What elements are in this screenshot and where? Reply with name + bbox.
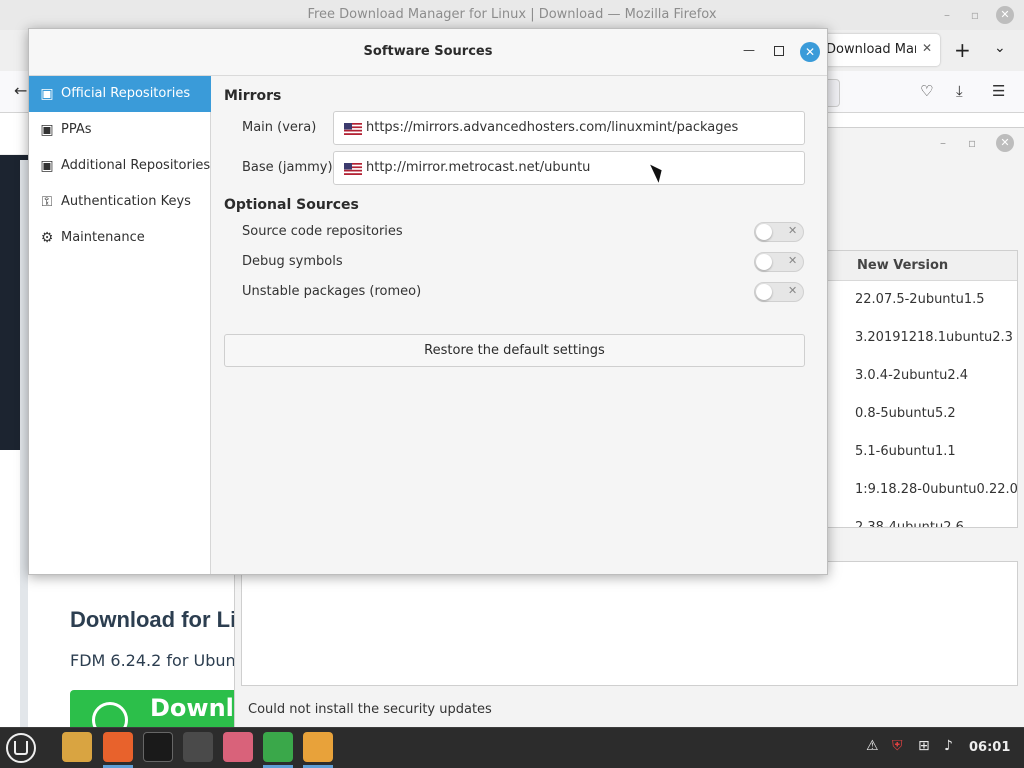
toggle-off-icon: ✕ [788, 284, 798, 297]
toggle-knob [756, 254, 772, 270]
mint-menu-icon[interactable] [6, 733, 36, 763]
toggle-knob [756, 284, 772, 300]
table-row[interactable]: 5.1-6ubuntu1.1 [855, 444, 956, 459]
us-flag-icon [344, 163, 362, 175]
firefox-maximize-button[interactable]: ▫ [966, 6, 984, 24]
firefox-tab-title: Download Manag [826, 42, 916, 57]
update-details-pane [241, 561, 1018, 686]
image-viewer-icon[interactable] [223, 732, 253, 762]
firefox-icon[interactable] [103, 732, 133, 762]
table-row[interactable]: 3.0.4-2ubuntu2.4 [855, 368, 968, 383]
close-button[interactable]: ✕ [800, 42, 820, 62]
toggle-knob [756, 224, 772, 240]
downloads-icon[interactable]: ⤓ [956, 82, 963, 100]
software-sources-window: Software Sources — ✕ ▣ Official Reposito… [28, 28, 828, 575]
restore-defaults-label: Restore the default settings [424, 343, 605, 358]
files-icon[interactable] [62, 732, 92, 762]
sidebar-item-label: Official Repositories [61, 86, 191, 101]
pocket-icon[interactable]: ♡ [920, 82, 933, 100]
optional-sources-heading: Optional Sources [224, 197, 359, 213]
restore-defaults-button[interactable]: Restore the default settings [224, 334, 805, 367]
hamburger-menu-icon[interactable]: ☰ [992, 82, 1005, 100]
main-mirror-button[interactable]: https://mirrors.advancedhosters.com/linu… [333, 111, 805, 145]
maximize-button[interactable] [774, 46, 784, 56]
base-mirror-url: http://mirror.metrocast.net/ubuntu [366, 160, 591, 175]
toggle-off-icon: ✕ [788, 224, 798, 237]
firefox-tab[interactable]: Download Manag ✕ [818, 34, 940, 66]
download-button[interactable]: Downlo [70, 690, 250, 730]
sidebar-item-label: Authentication Keys [61, 194, 191, 209]
update-status-text: Could not install the security updates [248, 702, 492, 717]
update-manager-close-button[interactable]: ✕ [996, 134, 1014, 152]
update-manager-maximize-button[interactable]: ▫ [968, 136, 976, 150]
page-subheading: FDM 6.24.2 for Ubuntu [70, 651, 253, 670]
notification-icon[interactable]: ⚠ [866, 738, 879, 754]
sidebar-item-label: PPAs [61, 122, 92, 137]
calculator-icon[interactable] [183, 732, 213, 762]
debug-symbols-toggle[interactable]: ✕ [754, 252, 804, 272]
info-icon[interactable] [303, 732, 333, 762]
shield-icon[interactable]: ⛨ [892, 738, 903, 754]
close-tab-icon[interactable]: ✕ [922, 41, 932, 55]
chevron-down-icon[interactable]: ⌄ [994, 40, 1006, 56]
key-icon: ⚿ [41, 194, 53, 210]
new-tab-icon[interactable]: + [954, 38, 971, 62]
sidebar-item-maintenance[interactable]: ⚙ Maintenance [29, 220, 211, 256]
sidebar-item-additional-repositories[interactable]: ▣ Additional Repositories [29, 148, 211, 184]
terminal-icon[interactable] [143, 732, 173, 762]
sidebar-item-label: Additional Repositories [61, 158, 211, 173]
package-icon: ▣ [40, 86, 54, 102]
us-flag-icon [344, 123, 362, 135]
sidebar: ▣ Official Repositories ▣ PPAs ▣ Additio… [29, 76, 211, 574]
column-header-new-version[interactable]: New Version [827, 251, 1017, 281]
sidebar-item-authentication-keys[interactable]: ⚿ Authentication Keys [29, 184, 211, 220]
update-manager-icon[interactable] [263, 732, 293, 762]
source-code-label: Source code repositories [242, 224, 403, 239]
table-row[interactable]: 0.8-5ubuntu5.2 [855, 406, 956, 421]
table-row[interactable]: 1:9.18.28-0ubuntu0.22.04. [855, 482, 1017, 497]
column-header-label: New Version [857, 258, 949, 273]
toggle-off-icon: ✕ [788, 254, 798, 267]
main-mirror-label: Main (vera) [242, 120, 317, 135]
firefox-titlebar: Free Download Manager for Linux | Downlo… [0, 0, 1024, 30]
package-icon: ▣ [40, 122, 54, 138]
clock[interactable]: 06:01 [969, 740, 1010, 755]
window-title: Software Sources [363, 44, 493, 59]
table-row[interactable]: 22.07.5-2ubuntu1.5 [855, 292, 985, 307]
mirrors-heading: Mirrors [224, 88, 282, 104]
page-left-strip [20, 160, 28, 730]
gear-icon: ⚙ [40, 230, 54, 246]
sidebar-item-label: Maintenance [61, 230, 145, 245]
download-icon [92, 702, 128, 730]
source-code-toggle[interactable]: ✕ [754, 222, 804, 242]
update-manager-minimize-button[interactable]: – [940, 136, 946, 150]
back-arrow-icon[interactable]: ← [14, 81, 27, 100]
debug-symbols-label: Debug symbols [242, 254, 343, 269]
package-icon: ▣ [40, 158, 54, 174]
firefox-window-title: Free Download Manager for Linux | Downlo… [307, 7, 717, 22]
software-sources-titlebar: Software Sources — ✕ [29, 29, 827, 76]
volume-icon[interactable]: ♪ [944, 738, 953, 754]
unstable-packages-label: Unstable packages (romeo) [242, 284, 422, 299]
unstable-packages-toggle[interactable]: ✕ [754, 282, 804, 302]
table-row[interactable]: 3.20191218.1ubuntu2.3 [855, 330, 1013, 345]
sidebar-item-official-repositories[interactable]: ▣ Official Repositories [29, 76, 211, 112]
base-mirror-button[interactable]: http://mirror.metrocast.net/ubuntu [333, 151, 805, 185]
main-mirror-url: https://mirrors.advancedhosters.com/linu… [366, 120, 739, 135]
minimize-button[interactable]: — [743, 43, 755, 57]
firefox-minimize-button[interactable]: – [938, 6, 956, 24]
table-row[interactable]: 2.38-4ubuntu2.6 [855, 520, 964, 527]
network-icon[interactable]: ⊞ [918, 738, 930, 754]
firefox-close-button[interactable]: ✕ [996, 6, 1014, 24]
updates-table[interactable]: New Version 22.07.5-2ubuntu1.5 3.2019121… [826, 250, 1018, 528]
base-mirror-label: Base (jammy) [242, 160, 333, 175]
sidebar-item-ppas[interactable]: ▣ PPAs [29, 112, 211, 148]
